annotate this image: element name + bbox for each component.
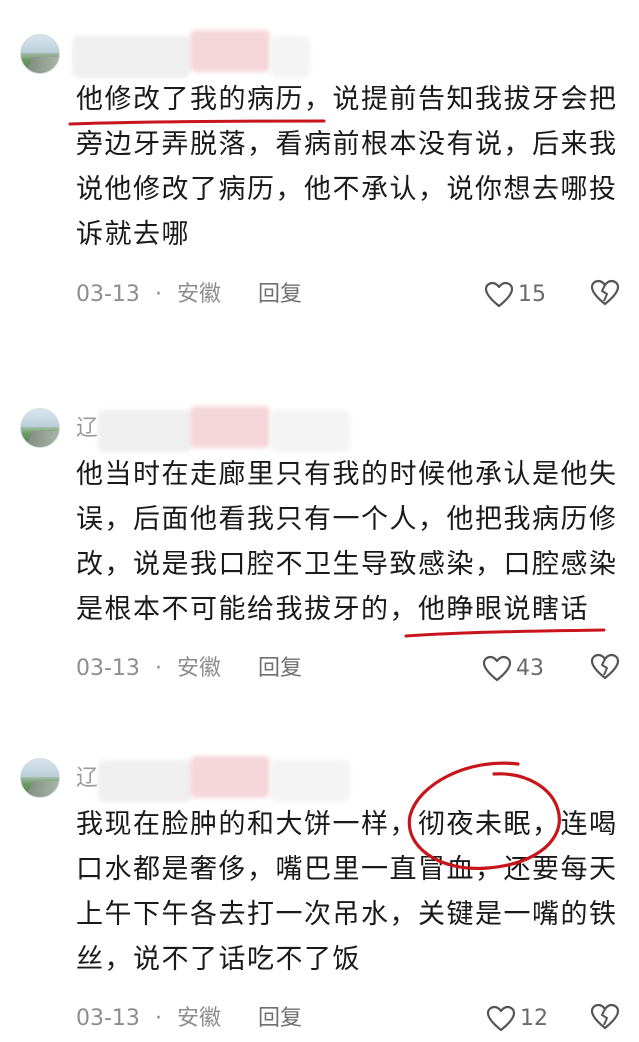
like-button[interactable]: 43 bbox=[482, 652, 544, 686]
username-mask bbox=[270, 760, 350, 802]
comment-location: 安徽 bbox=[176, 1006, 221, 1031]
comment-2: 辽 他当时在走廊里只有我的时候他承认是他失误，后面他看我只有一个人，他把我病历修… bbox=[0, 390, 639, 720]
avatar[interactable] bbox=[20, 34, 60, 74]
like-count: 43 bbox=[516, 656, 544, 681]
username-mask bbox=[270, 36, 310, 78]
broken-heart-icon bbox=[590, 653, 620, 680]
dislike-button[interactable] bbox=[590, 279, 624, 313]
comment-date: 03-13 bbox=[76, 656, 140, 681]
meta-separator: · bbox=[154, 282, 162, 307]
avatar[interactable] bbox=[20, 408, 60, 448]
like-count: 12 bbox=[520, 1006, 548, 1031]
username-mask bbox=[98, 410, 192, 452]
dislike-button[interactable] bbox=[590, 1003, 624, 1037]
comment-text: 他修改了我的病历，说提前告知我拔牙会把旁边牙弄脱落，看病前根本没有说，后来我说他… bbox=[76, 84, 618, 250]
username-mask bbox=[270, 410, 350, 452]
avatar[interactable] bbox=[20, 758, 60, 798]
broken-heart-icon bbox=[590, 1003, 620, 1030]
heart-icon bbox=[482, 655, 512, 682]
broken-heart-icon bbox=[590, 279, 620, 306]
comment-location: 安徽 bbox=[176, 656, 221, 681]
username-mask bbox=[98, 760, 192, 802]
reply-button[interactable]: 回复 bbox=[258, 656, 302, 681]
comment-meta: 03-13 · 安徽 回复 bbox=[76, 652, 302, 686]
heart-icon bbox=[484, 281, 514, 308]
comment-text: 我现在脸肿的和大饼一样，彻夜未眠，连喝口水都是奢侈，嘴巴里一直冒血，还要每天上午… bbox=[76, 809, 618, 975]
comment-text: 他当时在走廊里只有我的时候他承认是他失误，后面他看我只有一个人，他把我病历修改，… bbox=[76, 459, 618, 625]
like-count: 15 bbox=[518, 282, 546, 307]
comment-location: 安徽 bbox=[176, 282, 221, 307]
comment-date: 03-13 bbox=[76, 1006, 140, 1031]
username-mask bbox=[190, 756, 270, 798]
comment-date: 03-13 bbox=[76, 282, 140, 307]
comment-meta: 03-13 · 安徽 回复 bbox=[76, 278, 302, 312]
comment-1: 他修改了我的病历，说提前告知我拔牙会把旁边牙弄脱落，看病前根本没有说，后来我说他… bbox=[0, 0, 639, 330]
like-button[interactable]: 12 bbox=[486, 1002, 548, 1036]
like-button[interactable]: 15 bbox=[484, 278, 546, 312]
username[interactable] bbox=[76, 38, 276, 72]
comment-3: 辽 我现在脸肿的和大饼一样，彻夜未眠，连喝口水都是奢侈，嘴巴里一直冒血，还要每天… bbox=[0, 740, 639, 1042]
username-mask bbox=[190, 406, 270, 448]
comment-meta: 03-13 · 安徽 回复 bbox=[76, 1002, 302, 1036]
meta-separator: · bbox=[154, 656, 162, 681]
dislike-button[interactable] bbox=[590, 653, 624, 687]
reply-button[interactable]: 回复 bbox=[258, 1006, 302, 1031]
meta-separator: · bbox=[154, 1006, 162, 1031]
reply-button[interactable]: 回复 bbox=[258, 282, 302, 307]
heart-icon bbox=[486, 1005, 516, 1032]
